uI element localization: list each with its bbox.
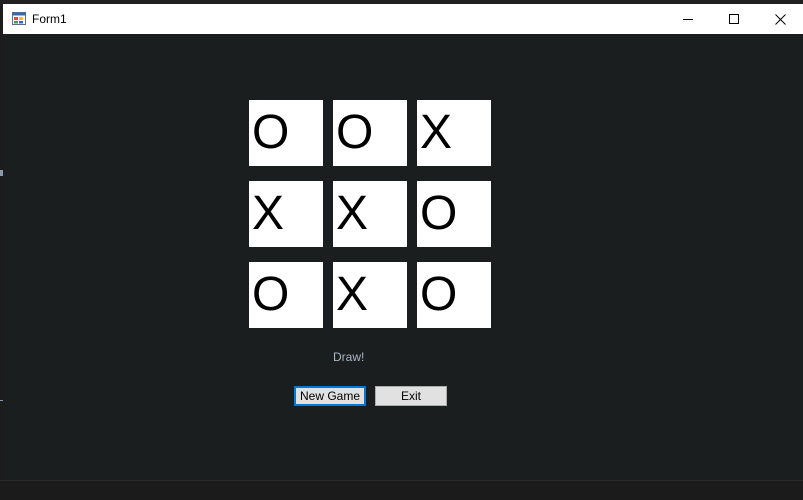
board-cell-3-1[interactable]: O (249, 262, 323, 328)
board-cell-2-2[interactable]: X (333, 181, 407, 247)
maximize-button[interactable] (711, 4, 757, 34)
app-icon (12, 12, 26, 25)
board-cell-2-3[interactable]: O (417, 181, 491, 247)
exit-button[interactable]: Exit (375, 386, 447, 406)
board-cell-1-1[interactable]: O (249, 100, 323, 166)
board-cell-1-3[interactable]: X (417, 100, 491, 166)
screen: Form1 O O X X X O O X O Draw! New Game E… (0, 0, 803, 500)
board-cell-1-2[interactable]: O (333, 100, 407, 166)
window-title: Form1 (32, 12, 67, 26)
title-bar[interactable]: Form1 (3, 4, 803, 34)
board-cell-3-2[interactable]: X (333, 262, 407, 328)
maximize-icon (729, 14, 739, 24)
minimize-icon (683, 19, 693, 20)
close-icon (774, 13, 786, 25)
form-window: Form1 O O X X X O O X O Draw! New Game E… (3, 4, 803, 480)
board-cell-3-3[interactable]: O (417, 262, 491, 328)
board-cell-2-1[interactable]: X (249, 181, 323, 247)
close-button[interactable] (757, 4, 803, 34)
form-client-area: O O X X X O O X O Draw! New Game Exit (3, 34, 803, 480)
new-game-button[interactable]: New Game (294, 386, 366, 406)
game-status-label: Draw! (333, 350, 365, 364)
desktop-bottom-strip (0, 480, 803, 500)
minimize-button[interactable] (665, 4, 711, 34)
